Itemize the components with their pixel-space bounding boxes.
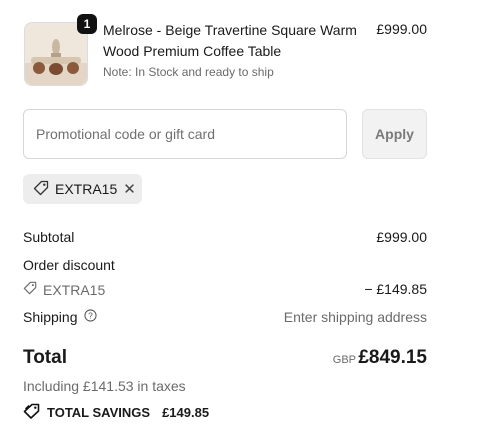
promo-code-input[interactable] — [23, 109, 347, 159]
savings-label: TOTAL SAVINGS — [47, 405, 151, 420]
product-price: £999.00 — [376, 21, 427, 37]
savings-value: £149.85 — [162, 405, 210, 420]
coffee-table-image — [25, 23, 87, 85]
subtotal-label: Subtotal — [23, 229, 75, 245]
help-icon[interactable]: ? — [83, 309, 97, 325]
product-note: Note: In Stock and ready to ship — [103, 65, 274, 79]
svg-text:?: ? — [88, 311, 93, 321]
product-thumbnail: 1 — [24, 14, 97, 86]
applied-code-label: EXTRA15 — [55, 181, 118, 197]
shipping-row: Shipping ? — [23, 309, 97, 325]
applied-discount-chip: EXTRA15 ✕ — [23, 174, 142, 204]
total-label: Total — [23, 347, 67, 368]
remove-code-icon[interactable]: ✕ — [123, 180, 136, 198]
apply-button[interactable]: Apply — [362, 109, 427, 159]
savings-tag-icon — [23, 403, 41, 422]
discount-value: − £149.85 — [364, 281, 427, 297]
discount-code-label: EXTRA15 — [43, 281, 106, 298]
product-title: Melrose - Beige Travertine Square Warm W… — [103, 22, 357, 59]
tag-icon — [33, 180, 49, 199]
subtotal-value: £999.00 — [376, 229, 427, 245]
tag-icon — [23, 281, 37, 298]
total-savings: TOTAL SAVINGS £149.85 — [23, 403, 209, 422]
taxes-note: Including £141.53 in taxes — [23, 378, 186, 394]
currency-code: GBP — [332, 354, 356, 366]
shipping-label: Shipping — [23, 309, 78, 325]
discount-code-row: EXTRA15 — [23, 281, 105, 298]
shipping-value: Enter shipping address — [283, 309, 427, 325]
total-value: £849.15 — [358, 347, 427, 368]
quantity-badge: 1 — [77, 14, 97, 34]
order-discount-label: Order discount — [23, 257, 115, 273]
